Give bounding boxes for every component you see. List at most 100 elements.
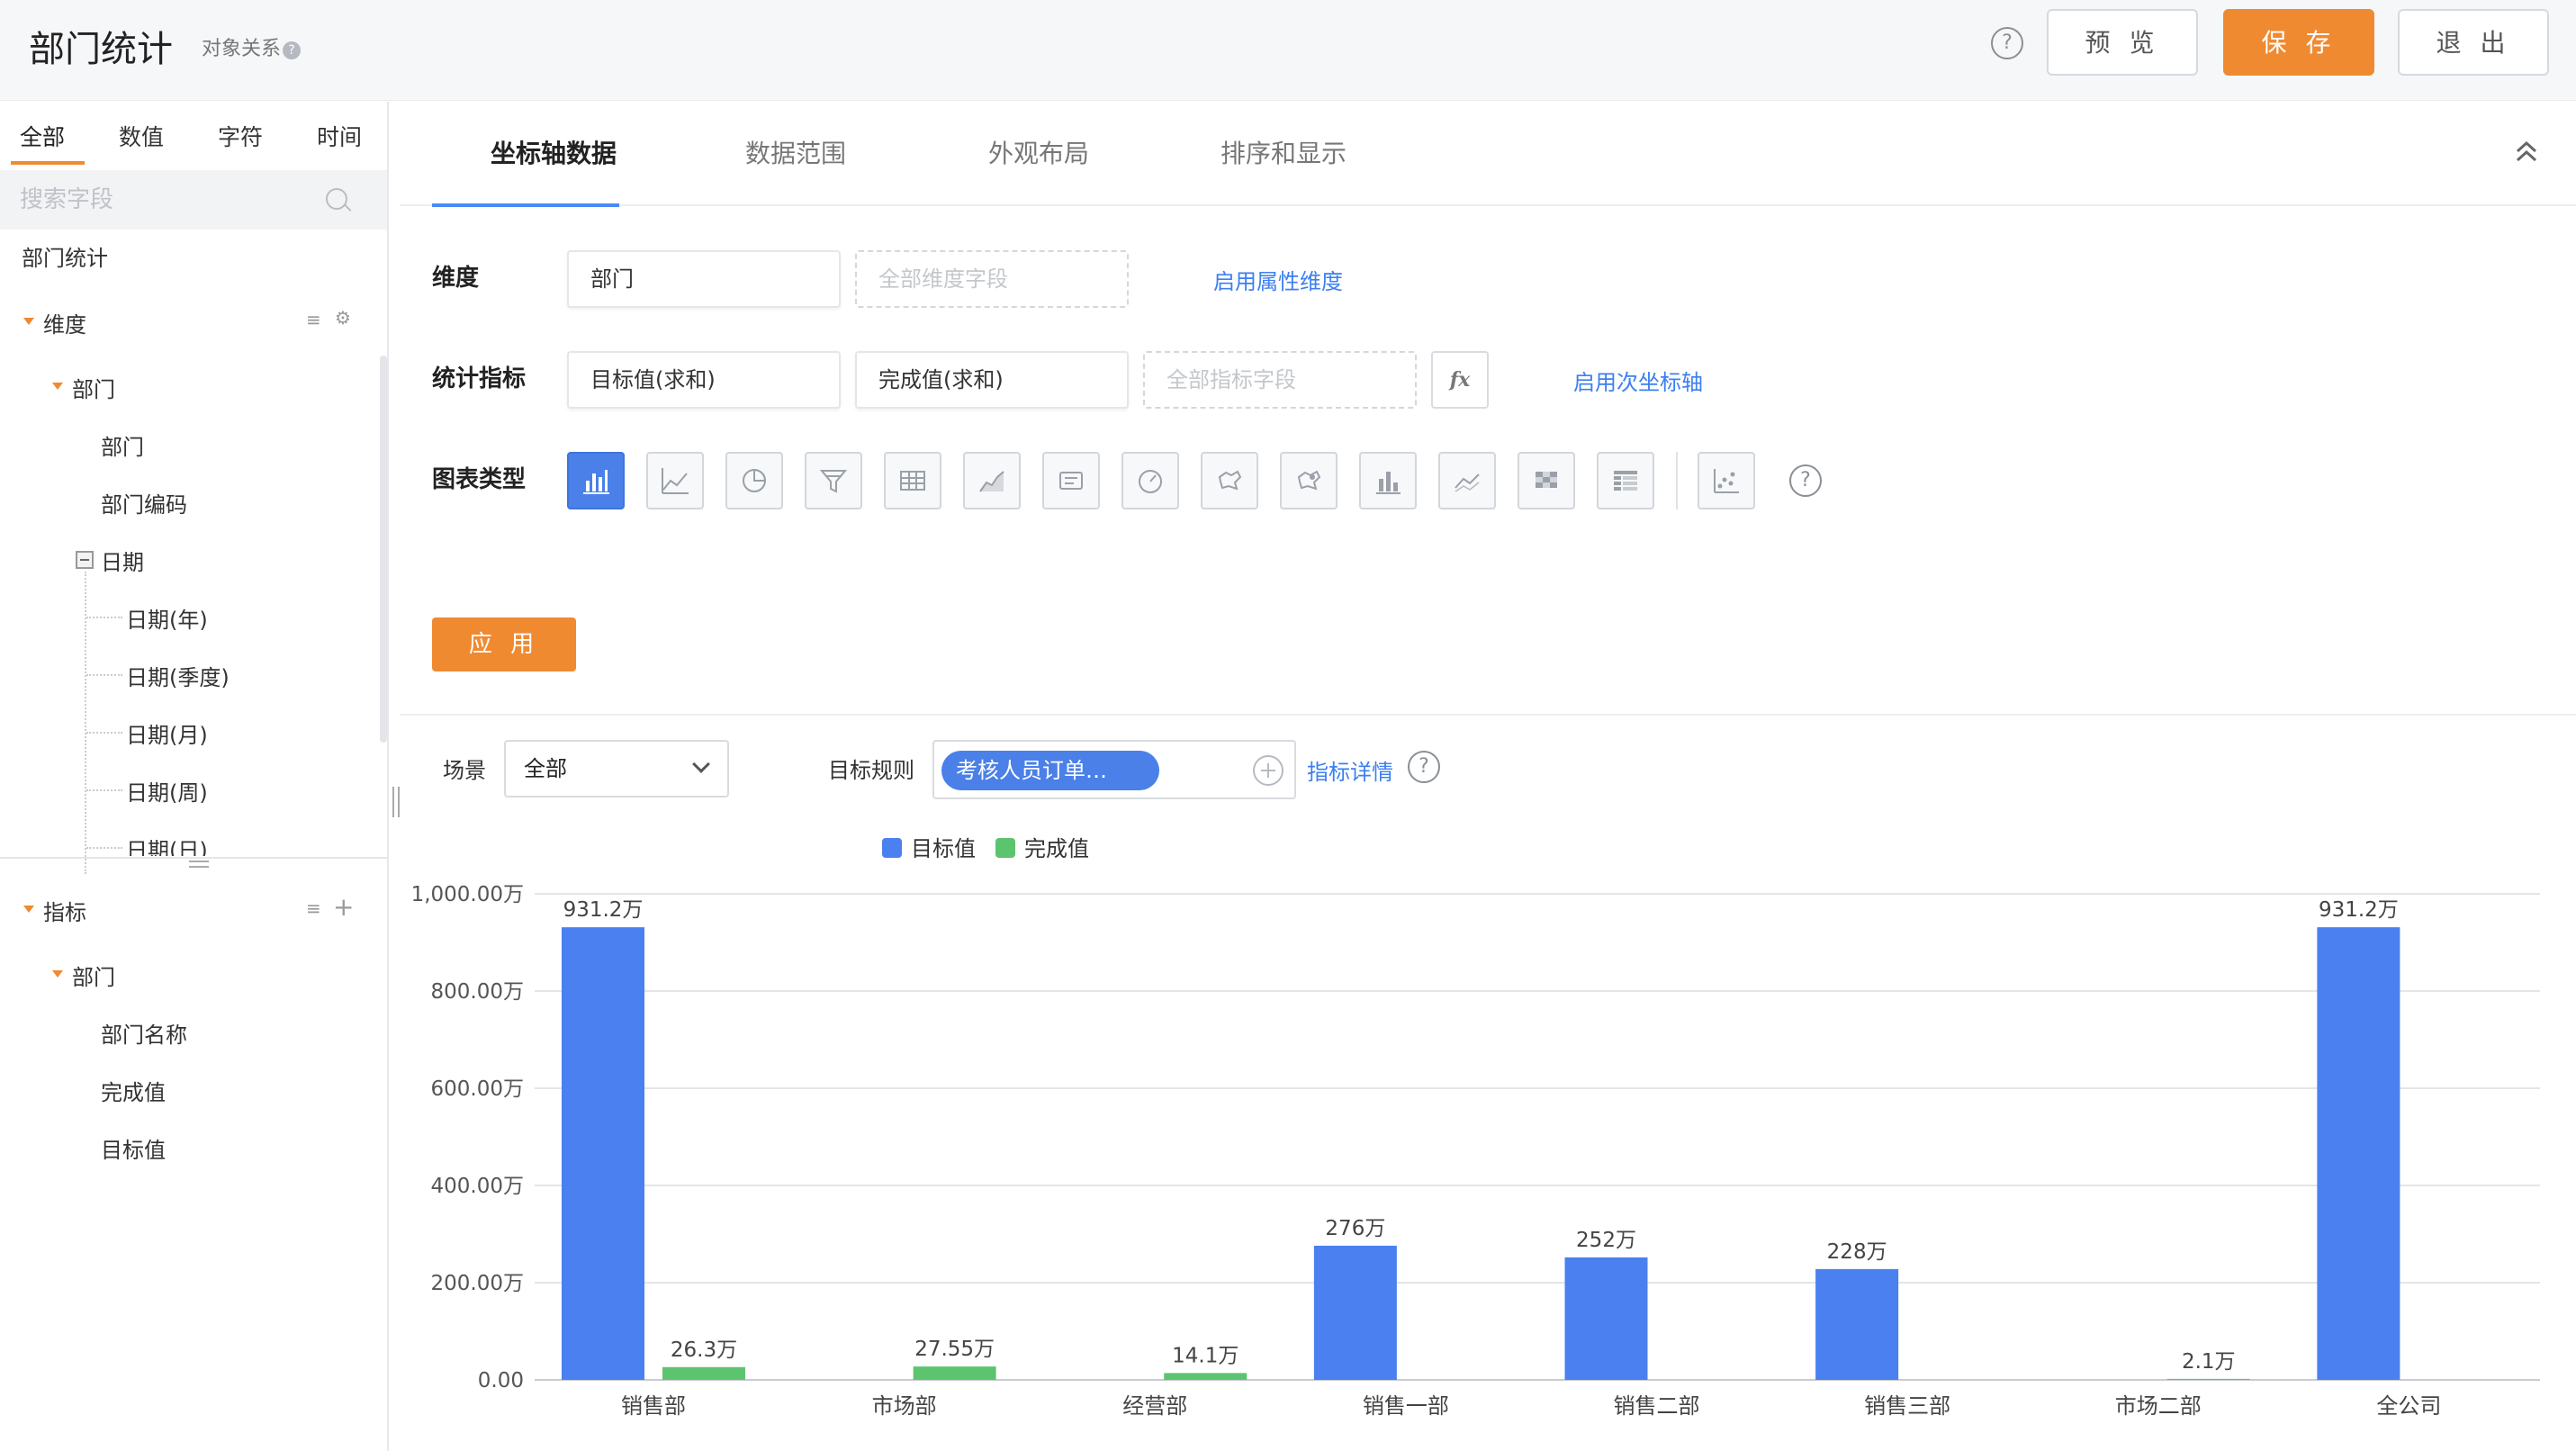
toolbar-divider [1676, 452, 1678, 509]
apply-button[interactable]: 应 用 [432, 617, 576, 671]
data-label: 931.2万 [2319, 898, 2399, 922]
cross-table-icon [1614, 471, 1637, 491]
help-icon[interactable]: ? [1991, 27, 2023, 59]
tab-appearance[interactable]: 外观布局 [988, 134, 1089, 170]
chart-type-button[interactable] [1280, 452, 1338, 509]
chart-type-button[interactable] [805, 452, 862, 509]
sort-fields-icon[interactable]: ≡ [306, 309, 321, 330]
rule-help-icon[interactable]: ? [1408, 751, 1440, 783]
chart-type-button[interactable] [1518, 452, 1575, 509]
preview-button[interactable]: 预 览 [2047, 9, 2198, 76]
tab-time[interactable]: 时间 [317, 120, 362, 152]
add-icon[interactable]: + [333, 892, 354, 922]
expand-caret-icon[interactable] [52, 970, 63, 978]
x-tick-label: 市场部 [872, 1393, 937, 1419]
config-tabs: 坐标轴数据 数据范围 外观布局 排序和显示 [400, 102, 2576, 206]
tab-all[interactable]: 全部 [20, 120, 65, 152]
y-tick-label: 1,000.00万 [411, 883, 524, 906]
tab-sort-display[interactable]: 排序和显示 [1220, 134, 1347, 170]
chart-type-button[interactable] [646, 452, 704, 509]
chart-type-button[interactable] [1597, 452, 1654, 509]
date-group[interactable]: 日期 [101, 545, 144, 576]
dimension-drop-zone[interactable]: 全部维度字段 [855, 250, 1129, 308]
active-tab-indicator [432, 203, 619, 207]
scene-select[interactable]: 全部 [504, 740, 729, 798]
tree-field-item[interactable]: 部门名称 [101, 1017, 187, 1049]
tree-field-item[interactable]: 完成值 [101, 1075, 166, 1106]
formula-fx-button[interactable]: fx [1431, 351, 1489, 409]
tree-field-item[interactable]: 日期(年) [126, 602, 208, 634]
metric-drop-zone[interactable]: 全部指标字段 [1143, 351, 1417, 409]
tree-field-item[interactable]: 日期(月) [126, 717, 208, 749]
enable-attr-dimension-link[interactable]: 启用属性维度 [1213, 264, 1343, 295]
chart-type-button[interactable] [725, 452, 783, 509]
metric-field-chip[interactable]: 完成值(求和) [855, 351, 1129, 409]
gauge-chart-icon [1139, 470, 1162, 493]
tree-field-item[interactable]: 日期(季度) [126, 660, 230, 691]
text-card-icon [1059, 472, 1083, 490]
tab-axis-data[interactable]: 坐标轴数据 [491, 134, 617, 170]
tree-field-item[interactable]: 部门 [101, 429, 144, 461]
data-label: 276万 [1325, 1217, 1385, 1240]
panel-resize-handle[interactable] [392, 787, 400, 817]
data-label: 14.1万 [1172, 1344, 1238, 1367]
chart-type-button[interactable] [1698, 452, 1755, 509]
chart-type-button[interactable] [1042, 452, 1100, 509]
chart-type-button[interactable] [1201, 452, 1258, 509]
rule-tag[interactable]: 考核人员订单… [941, 751, 1159, 790]
rule-selector[interactable]: 考核人员订单… [932, 740, 1296, 799]
tree-field-item[interactable]: 目标值 [101, 1132, 166, 1164]
tree-root[interactable]: 部门统计 [22, 240, 108, 272]
bar [2317, 927, 2400, 1380]
resize-handle[interactable] [189, 861, 209, 868]
tree-field-item[interactable]: 日期(周) [126, 775, 208, 807]
scrollbar[interactable] [380, 356, 387, 743]
search-input[interactable] [20, 183, 317, 217]
sort-fields-icon[interactable]: ≡ [306, 897, 321, 919]
tree-guide-line [86, 789, 122, 791]
tab-numeric[interactable]: 数值 [119, 120, 164, 152]
tree-field-item[interactable]: 部门编码 [101, 487, 187, 518]
collapse-box-icon[interactable] [76, 551, 94, 569]
chart-type-button[interactable] [567, 452, 625, 509]
bar-chart-icon [583, 470, 609, 494]
chart-type-button[interactable] [963, 452, 1021, 509]
bar [1815, 1268, 1899, 1380]
expand-caret-icon[interactable] [52, 383, 63, 390]
chart-type-help-icon[interactable]: ? [1789, 464, 1822, 497]
exit-button[interactable]: 退 出 [2398, 9, 2549, 76]
table-chart-icon [900, 471, 925, 491]
expand-caret-icon[interactable] [23, 906, 34, 913]
dimension-section-label[interactable]: 维度 [43, 307, 86, 338]
y-tick-label: 400.00万 [431, 1175, 524, 1198]
tree-field-item[interactable]: 日期(日) [126, 833, 208, 856]
dimension-group[interactable]: 部门 [72, 372, 115, 403]
metric-section-label[interactable]: 指标 [43, 895, 86, 926]
field-search [0, 170, 387, 230]
enable-secondary-axis-link[interactable]: 启用次坐标轴 [1573, 365, 1703, 396]
tab-data-range[interactable]: 数据范围 [745, 134, 846, 170]
chart-type-button[interactable] [1121, 452, 1179, 509]
chart-type-button[interactable] [1438, 452, 1496, 509]
metric-detail-link[interactable]: 指标详情 [1307, 754, 1393, 786]
add-rule-icon[interactable] [1253, 755, 1283, 786]
legend-swatch [995, 838, 1015, 858]
save-button[interactable]: 保 存 [2223, 9, 2374, 76]
tab-string[interactable]: 字符 [218, 120, 263, 152]
collapse-up-icon[interactable] [2513, 139, 2540, 166]
x-tick-label: 市场二部 [2115, 1393, 2202, 1419]
y-tick-label: 600.00万 [431, 1077, 524, 1101]
pie-chart-icon [743, 468, 767, 492]
scene-select-value: 全部 [524, 756, 567, 781]
section-divider [0, 857, 387, 859]
search-icon[interactable] [326, 188, 347, 210]
expand-caret-icon[interactable] [23, 318, 34, 325]
dimension-field-chip[interactable]: 部门 [567, 250, 841, 308]
dimension-label: 维度 [432, 265, 480, 292]
object-relation-link[interactable]: 对象关系? [202, 32, 302, 61]
metric-field-chip[interactable]: 目标值(求和) [567, 351, 841, 409]
gear-icon[interactable]: ⚙ [335, 307, 351, 329]
metric-group[interactable]: 部门 [72, 960, 115, 991]
chart-type-button[interactable] [884, 452, 941, 509]
chart-type-button[interactable] [1359, 452, 1417, 509]
